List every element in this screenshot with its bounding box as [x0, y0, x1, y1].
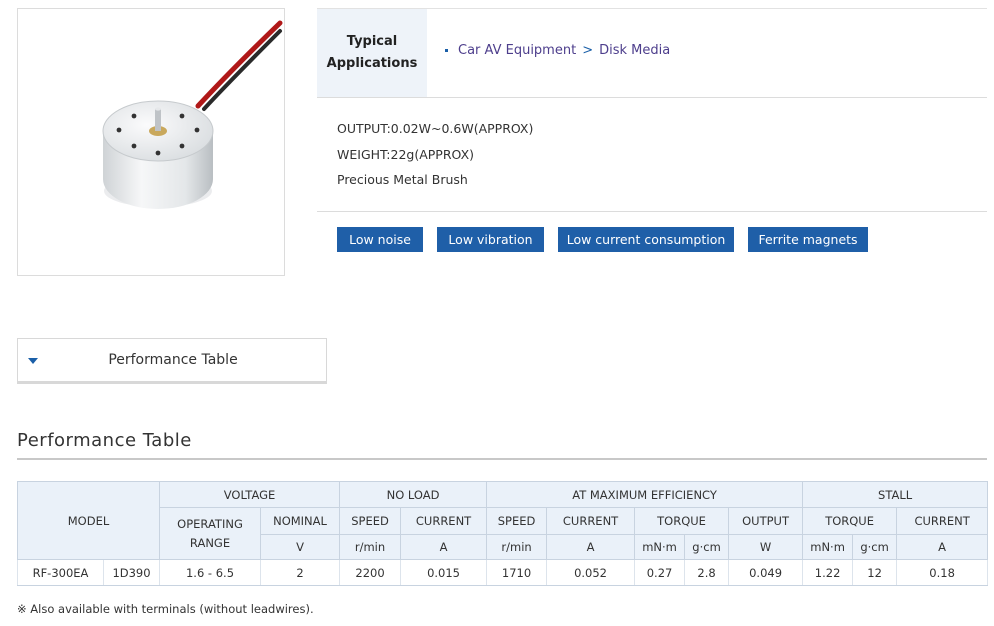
performance-table: MODEL VOLTAGE NO LOAD AT MAXIMUM EFFICIE… — [16, 481, 989, 586]
header-nominal: NOMINAL — [260, 507, 341, 535]
feature-tag-low-current-consumption[interactable]: Low current consumption — [558, 227, 734, 252]
cell-nl-speed: 2200 — [339, 559, 402, 586]
unit-nl-speed: r/min — [339, 534, 402, 560]
cell-me-torque-gcm: 2.8 — [684, 559, 730, 586]
unit-st-torque-mnm: mN·m — [802, 534, 854, 560]
header-nl-current: CURRENT — [400, 507, 488, 535]
applications-breadcrumb: Car AV Equipment > Disk Media — [445, 43, 670, 58]
header-me-current: CURRENT — [546, 507, 636, 535]
header-st-torque: TORQUE — [802, 507, 898, 535]
applications-label-line1: Typical — [346, 34, 398, 49]
header-model: MODEL — [16, 481, 161, 560]
cell-st-current: 0.18 — [896, 559, 989, 586]
crumb-car-av-equipment[interactable]: Car AV Equipment — [458, 43, 576, 58]
header-operating-range: OPERATING RANGE — [159, 507, 262, 560]
header-nl-speed: SPEED — [339, 507, 402, 535]
unit-me-current: A — [546, 534, 636, 560]
header-st-current: CURRENT — [896, 507, 989, 535]
cell-st-torque-mnm: 1.22 — [802, 559, 854, 586]
header-stall: STALL — [802, 481, 989, 508]
feature-tag-ferrite-magnets[interactable]: Ferrite magnets — [748, 227, 868, 252]
header-no-load: NO LOAD — [339, 481, 488, 508]
bullet-icon — [445, 49, 448, 52]
unit-me-torque-mnm: mN·m — [634, 534, 686, 560]
applications-label-line2: Applications — [326, 56, 418, 71]
unit-nominal: V — [260, 534, 341, 560]
section-divider — [17, 458, 987, 460]
unit-me-speed: r/min — [486, 534, 548, 560]
feature-tag-low-vibration[interactable]: Low vibration — [437, 227, 544, 252]
spec-brush: Precious Metal Brush — [337, 172, 468, 187]
cell-operating-range: 1.6 - 6.5 — [159, 559, 262, 586]
unit-st-torque-gcm: g·cm — [852, 534, 898, 560]
crumb-disk-media[interactable]: Disk Media — [599, 43, 670, 58]
product-image — [17, 8, 285, 276]
cell-me-current: 0.052 — [546, 559, 636, 586]
spec-weight: WEIGHT:22g(APPROX) — [337, 147, 475, 162]
unit-nl-current: A — [400, 534, 488, 560]
header-voltage: VOLTAGE — [159, 481, 341, 508]
table-row: RF-300EA 1D390 1.6 - 6.5 2 2200 0.015 17… — [17, 559, 989, 586]
accordion-title: Performance Table — [108, 352, 238, 368]
header-max-efficiency: AT MAXIMUM EFFICIENCY — [486, 481, 804, 508]
cell-me-speed: 1710 — [486, 559, 548, 586]
cell-me-output: 0.049 — [728, 559, 804, 586]
unit-me-output: W — [728, 534, 804, 560]
applications-label: Typical Applications — [317, 9, 427, 97]
header-operating-range-l1: OPERATING — [177, 516, 243, 531]
header-operating-range-l2: RANGE — [189, 535, 231, 550]
spec-output: OUTPUT:0.02W~0.6W(APPROX) — [337, 121, 534, 136]
cell-variant: 1D390 — [102, 559, 161, 586]
motor-illustration — [102, 20, 283, 209]
chevron-right-icon: > — [582, 43, 594, 58]
cell-me-torque-mnm: 0.27 — [634, 559, 686, 586]
section-title: Performance Table — [17, 430, 192, 451]
cell-st-torque-gcm: 12 — [852, 559, 898, 586]
cell-model: RF-300EA — [17, 559, 104, 586]
unit-me-torque-gcm: g·cm — [684, 534, 730, 560]
feature-tag-low-noise[interactable]: Low noise — [337, 227, 423, 252]
cell-nl-current: 0.015 — [400, 559, 488, 586]
performance-table-accordion[interactable]: Performance Table — [17, 338, 327, 384]
spec-summary: OUTPUT:0.02W~0.6W(APPROX) WEIGHT:22g(APP… — [317, 97, 987, 212]
header-me-speed: SPEED — [486, 507, 548, 535]
typical-applications: Typical Applications Car AV Equipment > … — [317, 8, 987, 98]
footnote: ※ Also available with terminals (without… — [17, 602, 314, 616]
header-me-torque: TORQUE — [634, 507, 730, 535]
header-me-output: OUTPUT — [728, 507, 804, 535]
unit-st-current: A — [896, 534, 989, 560]
cell-nominal: 2 — [260, 559, 341, 586]
